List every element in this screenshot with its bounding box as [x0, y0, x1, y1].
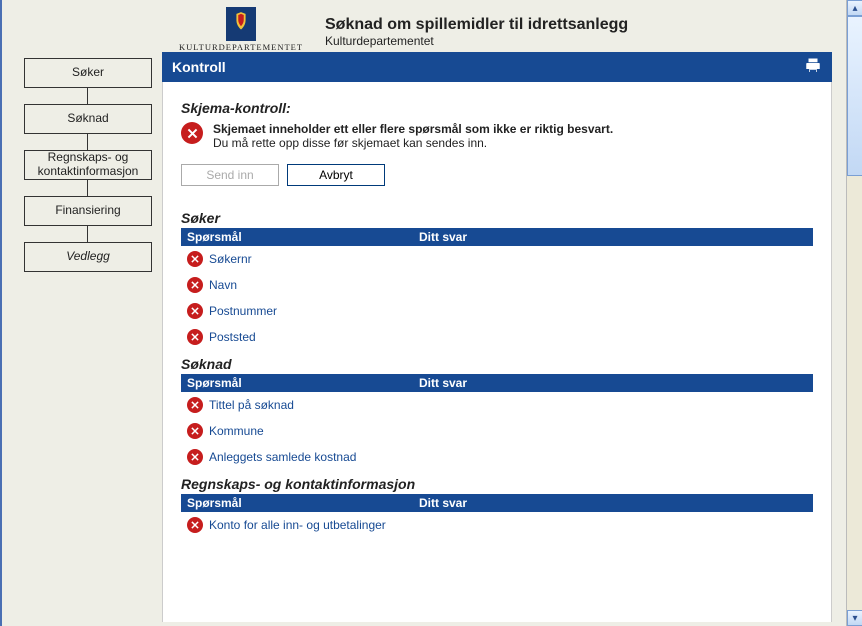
- sidebar-item-soker[interactable]: Søker: [24, 58, 152, 88]
- error-link[interactable]: Tittel på søknad: [209, 398, 294, 412]
- error-row: Anleggets samlede kostnad: [181, 444, 813, 470]
- scrollbar[interactable]: ▴ ▾: [846, 0, 862, 626]
- error-icon: [187, 277, 203, 293]
- panel-title: Kontroll: [172, 59, 226, 75]
- alert-line1: Skjemaet inneholder ett eller flere spør…: [213, 122, 613, 136]
- page-subtitle: Kulturdepartementet: [325, 34, 628, 48]
- error-row: Kommune: [181, 418, 813, 444]
- page-title: Søknad om spillemidler til idrettsanlegg: [325, 16, 628, 34]
- error-alert: Skjemaet inneholder ett eller flere spør…: [181, 122, 813, 150]
- error-icon: [187, 329, 203, 345]
- main-panel: Kontroll Skjema-kontroll: Skjemaet inneh…: [162, 52, 832, 622]
- title-block: Søknad om spillemidler til idrettsanlegg…: [325, 16, 628, 52]
- org-logo: KULTURDEPARTEMENTET: [167, 7, 315, 52]
- sidebar-nav: Søker Søknad Regnskaps- og kontaktinformas…: [2, 52, 162, 272]
- panel-titlebar: Kontroll: [162, 52, 832, 82]
- group-title: Søker: [181, 210, 813, 226]
- scroll-thumb[interactable]: [847, 16, 862, 176]
- nav-connector: [87, 88, 88, 104]
- error-row: Postnummer: [181, 298, 813, 324]
- error-link[interactable]: Konto for alle inn- og utbetalinger: [209, 518, 386, 532]
- error-row: Søkernr: [181, 246, 813, 272]
- error-icon: [181, 122, 203, 144]
- nav-connector: [87, 180, 88, 196]
- error-link[interactable]: Postnummer: [209, 304, 277, 318]
- sidebar-item-finansiering[interactable]: Finansiering: [24, 196, 152, 226]
- print-icon[interactable]: [804, 57, 822, 78]
- page-header: KULTURDEPARTEMENTET Søknad om spillemidl…: [2, 0, 846, 52]
- error-row: Tittel på søknad: [181, 392, 813, 418]
- error-link[interactable]: Anleggets samlede kostnad: [209, 450, 356, 464]
- cancel-button[interactable]: Avbryt: [287, 164, 385, 186]
- scroll-up-icon[interactable]: ▴: [847, 0, 862, 16]
- error-row: Poststed: [181, 324, 813, 350]
- col-question: Spørsmål: [181, 494, 413, 512]
- nav-connector: [87, 226, 88, 242]
- group-title: Regnskaps- og kontaktinformasjon: [181, 476, 813, 492]
- form-control-heading: Skjema-kontroll:: [181, 100, 813, 116]
- error-icon: [187, 517, 203, 533]
- sidebar-item-soknad[interactable]: Søknad: [24, 104, 152, 134]
- scroll-down-icon[interactable]: ▾: [847, 610, 862, 626]
- col-answer: Ditt svar: [413, 374, 813, 392]
- error-icon: [187, 397, 203, 413]
- sidebar-item-regnskap[interactable]: Regnskaps- og kontaktinformasjon: [24, 150, 152, 180]
- col-question: Spørsmål: [181, 228, 413, 246]
- error-icon: [187, 251, 203, 267]
- error-link[interactable]: Søkernr: [209, 252, 252, 266]
- error-link[interactable]: Navn: [209, 278, 237, 292]
- error-icon: [187, 423, 203, 439]
- grid-header: SpørsmålDitt svar: [181, 494, 813, 512]
- grid-header: SpørsmålDitt svar: [181, 228, 813, 246]
- error-link[interactable]: Poststed: [209, 330, 256, 344]
- error-icon: [187, 449, 203, 465]
- alert-line2: Du må rette opp disse før skjemaet kan s…: [213, 136, 613, 150]
- col-answer: Ditt svar: [413, 494, 813, 512]
- coat-of-arms-icon: [226, 7, 256, 41]
- send-button: Send inn: [181, 164, 279, 186]
- panel-content: Skjema-kontroll: Skjemaet inneholder ett…: [162, 82, 832, 622]
- grid-header: SpørsmålDitt svar: [181, 374, 813, 392]
- error-row: Konto for alle inn- og utbetalinger: [181, 512, 813, 538]
- error-link[interactable]: Kommune: [209, 424, 264, 438]
- sidebar-item-vedlegg[interactable]: Vedlegg: [24, 242, 152, 272]
- error-row: Navn: [181, 272, 813, 298]
- org-name-text: KULTURDEPARTEMENTET: [179, 42, 303, 52]
- col-answer: Ditt svar: [413, 228, 813, 246]
- nav-connector: [87, 134, 88, 150]
- group-title: Søknad: [181, 356, 813, 372]
- error-icon: [187, 303, 203, 319]
- col-question: Spørsmål: [181, 374, 413, 392]
